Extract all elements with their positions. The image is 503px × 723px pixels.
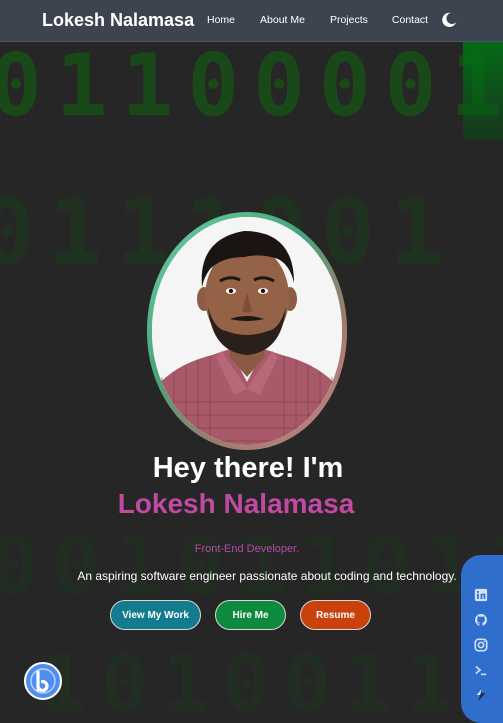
moon-icon[interactable] <box>440 11 458 29</box>
hero-name: Lokesh Nalamasa <box>117 488 355 519</box>
github-icon[interactable] <box>474 613 488 627</box>
nav-home[interactable]: Home <box>207 14 235 26</box>
terminal-icon[interactable] <box>474 663 488 677</box>
instagram-icon[interactable] <box>474 638 488 652</box>
brand-name[interactable]: Lokesh Nalamasa <box>42 10 194 31</box>
profile-photo-frame <box>147 212 347 450</box>
person-illustration <box>152 217 342 445</box>
nav-about[interactable]: About Me <box>260 14 305 26</box>
navbar: Lokesh Nalamasa Home About Me Projects C… <box>0 0 503 42</box>
hero-greeting: Hey there! I'm <box>152 452 344 484</box>
nav-projects[interactable]: Projects <box>330 14 368 26</box>
linkedin-icon[interactable] <box>474 588 488 602</box>
background-pattern: 101001101 <box>40 640 503 723</box>
social-sidebar <box>461 555 503 723</box>
hero-role: Front-End Developer. <box>194 543 300 555</box>
resume-button[interactable]: Resume <box>300 600 371 630</box>
hero-tagline: An aspiring software engineer passionate… <box>77 569 457 583</box>
floating-logo-button[interactable] <box>24 662 62 700</box>
view-my-work-button[interactable]: View My Work <box>110 600 201 630</box>
nav-contact[interactable]: Contact <box>392 14 428 26</box>
profile-photo <box>152 217 342 445</box>
layers-icon[interactable] <box>474 688 488 702</box>
nav-links: Home About Me Projects Contact <box>207 14 428 26</box>
background-pattern: 01100001001 <box>0 36 503 136</box>
hire-me-button[interactable]: Hire Me <box>215 600 286 630</box>
background-glow <box>463 30 503 140</box>
b-logo-icon <box>30 668 56 694</box>
